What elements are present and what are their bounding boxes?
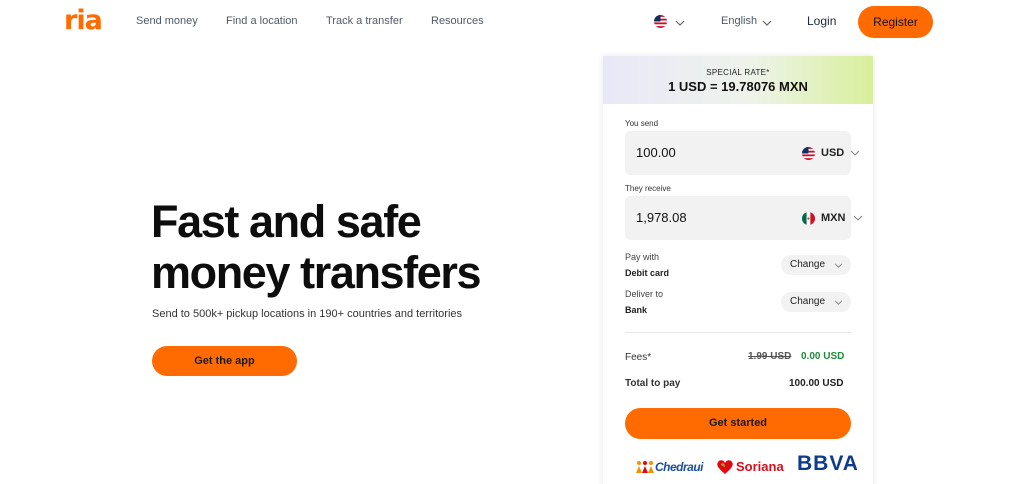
chevron-down-icon: [675, 20, 685, 26]
country-selector[interactable]: [654, 14, 686, 30]
nav-send-money[interactable]: Send money: [136, 15, 198, 27]
chevron-down-icon: [850, 150, 860, 156]
register-button[interactable]: Register: [858, 6, 933, 38]
hero-subtitle: Send to 500k+ pickup locations in 190+ c…: [152, 308, 463, 320]
bbva-text: BBVA: [797, 452, 857, 475]
send-currency-code: USD: [821, 147, 845, 159]
chedraui-figures-icon: [636, 461, 654, 473]
hero-title-line-1: Fast and safe: [151, 196, 422, 247]
change-payment-label: Change: [790, 259, 826, 270]
us-flag-icon: [802, 147, 815, 160]
chedraui-logo: Chedraui: [635, 456, 707, 476]
login-link[interactable]: Login: [807, 14, 836, 28]
rate-value: 1 USD = 19.78076 MXN: [668, 79, 808, 94]
top-header: ria Send money Find a location Track a t…: [0, 0, 1024, 44]
nav-track-transfer[interactable]: Track a transfer: [326, 15, 403, 27]
chevron-down-icon: [834, 263, 843, 268]
receive-amount-value[interactable]: 1,978.08: [636, 210, 687, 225]
language-label: English: [721, 15, 758, 27]
chevron-down-icon: [834, 300, 843, 305]
pay-with-label: Pay with: [625, 252, 660, 262]
fees-original: 1.99 USD: [748, 351, 792, 362]
divider: [625, 332, 851, 333]
send-amount-field[interactable]: 100.00 USD: [625, 131, 860, 175]
fees-label: Fees*: [625, 352, 652, 363]
pay-with-value: Debit card: [625, 268, 670, 278]
soriana-text: Soriana: [736, 459, 784, 474]
chedraui-text: Chedraui: [655, 460, 704, 474]
nav-find-location[interactable]: Find a location: [226, 15, 298, 27]
language-selector[interactable]: English: [721, 14, 773, 30]
deliver-to-value: Bank: [625, 305, 648, 315]
send-label: You send: [625, 119, 659, 128]
fees-discounted: 0.00 USD: [801, 351, 845, 362]
total-label: Total to pay: [625, 378, 681, 389]
change-payment-button[interactable]: Change: [781, 255, 851, 275]
partner-logos: Chedraui Soriana BBVA: [603, 452, 873, 482]
special-rate-banner: SPECIAL RATE* 1 USD = 19.78076 MXN: [603, 56, 873, 104]
get-the-app-button[interactable]: Get the app: [152, 346, 297, 376]
rate-label: SPECIAL RATE*: [706, 68, 770, 77]
us-flag-icon: [654, 15, 667, 28]
soriana-heart-icon: [717, 460, 733, 474]
send-currency-selector[interactable]: USD: [780, 131, 860, 175]
deliver-to-label: Deliver to: [625, 289, 664, 299]
receive-currency-code: MXN: [821, 212, 846, 224]
change-delivery-label: Change: [790, 296, 826, 307]
hero-title-line-2: money transfers: [151, 247, 482, 298]
page: ria Send money Find a location Track a t…: [0, 0, 1024, 484]
chevron-down-icon: [853, 215, 863, 221]
receive-amount-field[interactable]: 1,978.08 MXN: [625, 196, 863, 240]
hero-title: Fast and safe money transfers: [151, 196, 571, 298]
ria-logo[interactable]: ria: [64, 6, 103, 36]
send-amount-value[interactable]: 100.00: [636, 145, 676, 160]
nav-resources[interactable]: Resources: [431, 15, 484, 27]
get-started-button[interactable]: Get started: [625, 408, 851, 439]
chevron-down-icon: [762, 20, 772, 26]
total-value: 100.00 USD: [789, 378, 844, 389]
change-delivery-button[interactable]: Change: [781, 292, 851, 312]
bbva-logo: BBVA: [797, 452, 857, 478]
receive-currency-selector[interactable]: MXN: [780, 196, 863, 240]
receive-label: They receive: [625, 184, 671, 193]
soriana-logo: Soriana: [716, 456, 786, 476]
transfer-calculator: SPECIAL RATE* 1 USD = 19.78076 MXN You s…: [603, 56, 873, 484]
mexico-flag-icon: [802, 212, 815, 225]
